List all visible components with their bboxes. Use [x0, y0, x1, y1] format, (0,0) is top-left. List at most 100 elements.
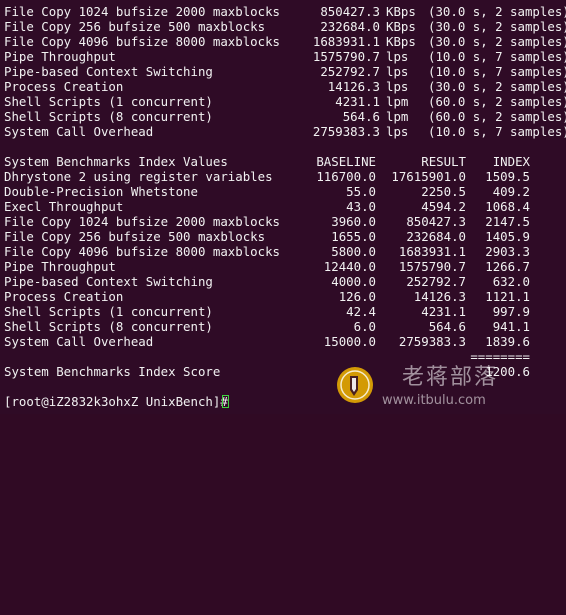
- test-detail: (30.0 s, 2 samples): [428, 79, 566, 94]
- test-detail: (60.0 s, 2 samples): [428, 94, 566, 109]
- test-name: Shell Scripts (8 concurrent): [4, 109, 213, 124]
- baseline-value: 1655.0: [331, 229, 376, 244]
- test-detail: (10.0 s, 7 samples): [428, 124, 566, 139]
- baseline-value: 116700.0: [316, 169, 376, 184]
- test-value: 14126.3: [327, 79, 380, 94]
- test-name: File Copy 4096 bufsize 8000 maxblocks: [4, 34, 281, 49]
- baseline-value: 55.0: [346, 184, 376, 199]
- score-row: System Benchmarks Index Score 1200.6: [4, 364, 530, 379]
- result-row: Pipe-based Context Switching 252792.7 lp…: [4, 64, 566, 79]
- index-title: System Benchmarks Index Values: [4, 154, 228, 169]
- index-row: Double-Precision Whetstone 55.0 2250.5 4…: [4, 184, 530, 199]
- index-value: 1068.4: [485, 199, 530, 214]
- index-value: 1405.9: [485, 229, 530, 244]
- terminal-window[interactable]: File Copy 1024 bufsize 2000 maxblocks 85…: [0, 0, 566, 414]
- result-row: Shell Scripts (8 concurrent) 564.6 lpm (…: [4, 109, 566, 124]
- test-detail: (60.0 s, 2 samples): [428, 109, 566, 124]
- index-row: File Copy 1024 bufsize 2000 maxblocks 39…: [4, 214, 530, 229]
- watermark-site-name: 老蒋部落: [402, 365, 499, 390]
- test-unit: lpm: [386, 94, 409, 109]
- baseline-value: 6.0: [353, 319, 376, 334]
- text-cursor: [222, 395, 229, 408]
- baseline-value: 12440.0: [323, 259, 376, 274]
- index-value: 2147.5: [485, 214, 530, 229]
- test-name: Pipe-based Context Switching: [4, 64, 213, 79]
- test-value: 2759383.3: [312, 124, 380, 139]
- test-value: 1575790.7: [312, 49, 380, 64]
- index-test-name: Execl Throughput: [4, 199, 124, 214]
- test-detail: (30.0 s, 2 samples): [428, 34, 566, 49]
- shell-prompt: [root@iZ2832k3ohxZ UnixBench]#: [4, 394, 228, 409]
- index-row: File Copy 4096 bufsize 8000 maxblocks 58…: [4, 244, 530, 259]
- result-value: 14126.3: [413, 289, 466, 304]
- index-header: System Benchmarks Index Values BASELINE …: [4, 154, 530, 169]
- index-row: Shell Scripts (1 concurrent) 42.4 4231.1…: [4, 304, 530, 319]
- result-value: 564.6: [428, 319, 466, 334]
- test-unit: KBps: [386, 34, 416, 49]
- result-header: RESULT: [421, 154, 466, 169]
- index-value: 409.2: [492, 184, 530, 199]
- baseline-value: 126.0: [338, 289, 376, 304]
- test-unit: lps: [386, 64, 409, 79]
- result-value: 1575790.7: [398, 259, 466, 274]
- result-value: 252792.7: [406, 274, 466, 289]
- index-row: Pipe-based Context Switching 4000.0 2527…: [4, 274, 530, 289]
- result-row: File Copy 256 bufsize 500 maxblocks 2326…: [4, 19, 566, 34]
- test-name: Process Creation: [4, 79, 124, 94]
- test-detail: (10.0 s, 7 samples): [428, 49, 566, 64]
- test-value: 850427.3: [320, 4, 380, 19]
- index-test-name: Shell Scripts (8 concurrent): [4, 319, 213, 334]
- result-value: 4594.2: [421, 199, 466, 214]
- result-value: 4231.1: [421, 304, 466, 319]
- index-value: 1509.5: [485, 169, 530, 184]
- index-value: 1839.6: [485, 334, 530, 349]
- index-test-name: File Copy 1024 bufsize 2000 maxblocks: [4, 214, 281, 229]
- baseline-header: BASELINE: [316, 154, 376, 169]
- index-value: 1266.7: [485, 259, 530, 274]
- test-name: File Copy 1024 bufsize 2000 maxblocks: [4, 4, 281, 19]
- baseline-value: 3960.0: [331, 214, 376, 229]
- index-test-name: Process Creation: [4, 289, 124, 304]
- test-detail: (10.0 s, 7 samples): [428, 64, 566, 79]
- test-value: 564.6: [342, 109, 380, 124]
- result-value: 17615901.0: [391, 169, 466, 184]
- index-test-name: Pipe-based Context Switching: [4, 274, 213, 289]
- test-unit: lps: [386, 79, 409, 94]
- index-test-name: File Copy 256 bufsize 500 maxblocks: [4, 229, 266, 244]
- index-value: 632.0: [492, 274, 530, 289]
- test-unit: KBps: [386, 19, 416, 34]
- index-test-name: System Call Overhead: [4, 334, 154, 349]
- test-name: System Call Overhead: [4, 124, 154, 139]
- index-test-name: File Copy 4096 bufsize 8000 maxblocks: [4, 244, 281, 259]
- index-value: 1121.1: [485, 289, 530, 304]
- pencil-logo-icon: [337, 367, 373, 403]
- result-value: 1683931.1: [398, 244, 466, 259]
- test-detail: (30.0 s, 2 samples): [428, 4, 566, 19]
- prompt-line[interactable]: [root@iZ2832k3ohxZ UnixBench]#: [4, 394, 229, 409]
- test-name: Shell Scripts (1 concurrent): [4, 94, 213, 109]
- index-row: Process Creation 126.0 14126.3 1121.1: [4, 289, 530, 304]
- baseline-value: 5800.0: [331, 244, 376, 259]
- result-row: Pipe Throughput 1575790.7 lps (10.0 s, 7…: [4, 49, 566, 64]
- index-row: Execl Throughput 43.0 4594.2 1068.4: [4, 199, 530, 214]
- index-row: Dhrystone 2 using register variables 116…: [4, 169, 530, 184]
- index-value: 2903.3: [485, 244, 530, 259]
- index-row: Shell Scripts (8 concurrent) 6.0 564.6 9…: [4, 319, 530, 334]
- index-test-name: Pipe Throughput: [4, 259, 116, 274]
- index-value: 997.9: [492, 304, 530, 319]
- index-column-header: INDEX: [492, 154, 530, 169]
- test-value: 232684.0: [320, 19, 380, 34]
- result-row: Shell Scripts (1 concurrent) 4231.1 lpm …: [4, 94, 566, 109]
- result-value: 2759383.3: [398, 334, 466, 349]
- result-row: File Copy 4096 bufsize 8000 maxblocks 16…: [4, 34, 566, 49]
- index-row: Pipe Throughput 12440.0 1575790.7 1266.7: [4, 259, 530, 274]
- test-name: File Copy 256 bufsize 500 maxblocks: [4, 19, 266, 34]
- index-value: 941.1: [492, 319, 530, 334]
- test-unit: lps: [386, 49, 409, 64]
- result-row: File Copy 1024 bufsize 2000 maxblocks 85…: [4, 4, 566, 19]
- test-value: 1683931.1: [312, 34, 380, 49]
- test-value: 252792.7: [320, 64, 380, 79]
- test-unit: KBps: [386, 4, 416, 19]
- baseline-value: 15000.0: [323, 334, 376, 349]
- index-test-name: Shell Scripts (1 concurrent): [4, 304, 213, 319]
